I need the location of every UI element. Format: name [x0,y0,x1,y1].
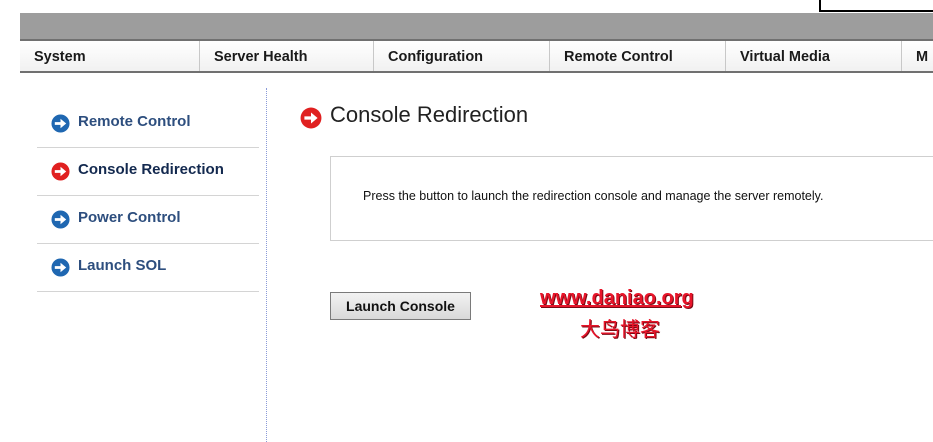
tab-virtual-media[interactable]: Virtual Media [726,41,902,71]
arrow-right-circle-icon [51,258,70,277]
watermark-caption: 大鸟博客 [580,317,660,341]
sidebar-item-label: Remote Control [78,113,191,130]
tab-truncated[interactable]: M [902,41,933,71]
arrow-right-circle-icon [51,162,70,181]
tab-configuration[interactable]: Configuration [374,41,550,71]
sidebar-divider [266,88,267,442]
header-banner [20,13,933,39]
arrow-right-circle-icon [51,114,70,133]
sidebar-item-power-control[interactable]: Power Control [37,196,259,244]
arrow-right-circle-icon [51,210,70,229]
description-panel: Press the button to launch the redirecti… [330,156,933,241]
tab-remote-control[interactable]: Remote Control [550,41,726,71]
watermark-url: www.daniao.org [540,287,694,309]
bmc-remote-control-page: System Server Health Configuration Remot… [0,0,933,442]
page-title: Console Redirection [330,102,529,127]
sidebar: Remote Control Console Redirection Power… [37,100,259,292]
sidebar-item-label: Power Control [78,209,181,226]
top-strip [0,0,933,12]
header-box-edge [819,0,933,12]
main-nav: System Server Health Configuration Remot… [20,39,933,73]
sidebar-item-console-redirection[interactable]: Console Redirection [37,148,259,196]
sidebar-item-label: Launch SOL [78,257,167,274]
launch-console-button[interactable]: Launch Console [330,292,471,320]
tab-system[interactable]: System [20,41,200,71]
sidebar-item-launch-sol[interactable]: Launch SOL [37,244,259,292]
sidebar-item-remote-control[interactable]: Remote Control [37,100,259,148]
sidebar-item-label: Console Redirection [78,161,224,178]
tab-server-health[interactable]: Server Health [200,41,374,71]
arrow-right-circle-icon [300,107,322,129]
description-text: Press the button to launch the redirecti… [363,189,824,203]
